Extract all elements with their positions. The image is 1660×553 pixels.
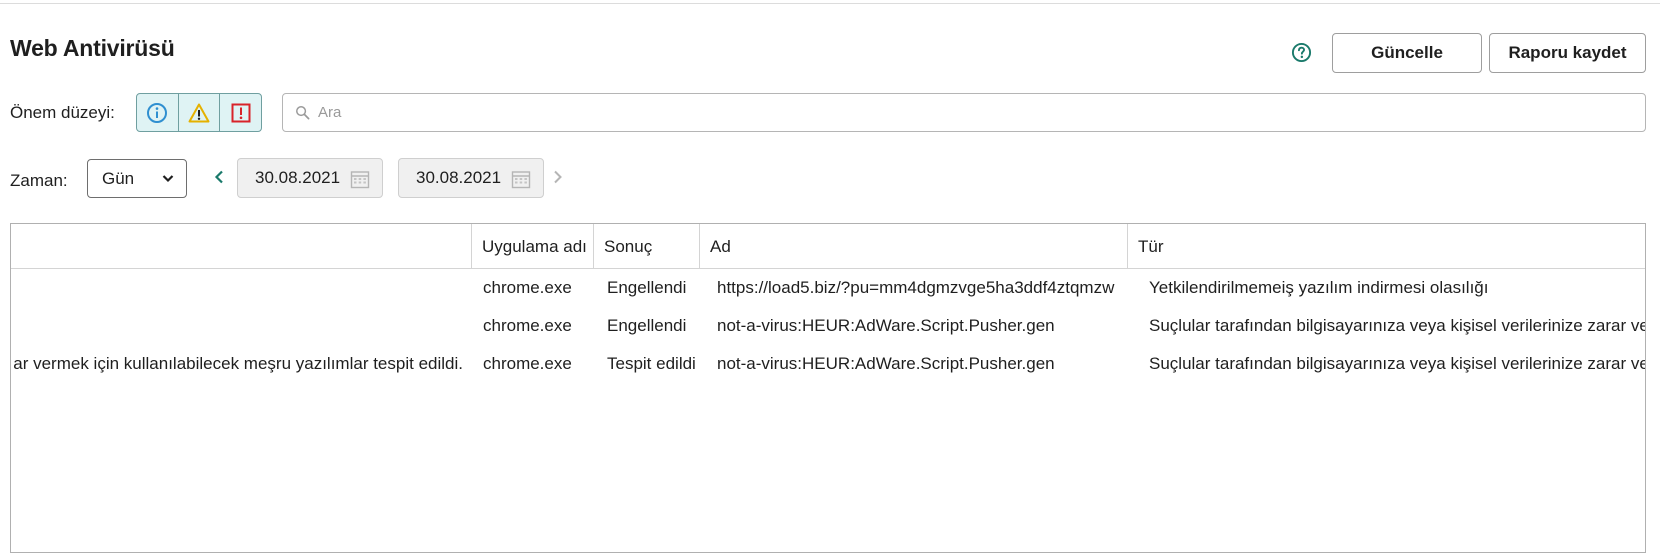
info-icon [147, 102, 168, 123]
table-row[interactable]: chrome.exe Engellendi https://load5.biz/… [11, 269, 1645, 307]
table-row[interactable]: chrome.exe Engellendi not-a-virus:HEUR:A… [11, 307, 1645, 345]
calendar-icon [511, 171, 531, 189]
cell-result: Engellendi [607, 278, 687, 297]
warning-icon [188, 103, 210, 122]
column-header-name[interactable]: Ad [699, 224, 1127, 269]
cell-type: Suçlular tarafından bilgisayarınıza veya… [1149, 316, 1646, 335]
column-header-type[interactable]: Tür [1127, 224, 1645, 269]
search-input[interactable] [316, 103, 1616, 122]
calendar-icon [350, 171, 370, 189]
save-report-button[interactable]: Raporu kaydet [1489, 33, 1646, 73]
chevron-down-icon [162, 175, 174, 183]
search-box[interactable] [282, 93, 1646, 132]
severity-filter-group [136, 93, 262, 132]
table-header: Uygulama adı Sonuç Ad Tür [11, 224, 1645, 269]
period-select-value: Gün [102, 168, 135, 188]
period-select[interactable]: Gün [87, 159, 187, 198]
cell-type: Suçlular tarafından bilgisayarınıza veya… [1149, 354, 1646, 373]
top-divider [0, 3, 1660, 4]
severity-critical-toggle[interactable] [220, 94, 261, 131]
cell-result: Tespit edildi [607, 354, 696, 373]
time-label: Zaman: [10, 171, 68, 190]
date-from-field[interactable]: 30.08.2021 [237, 158, 383, 198]
cell-app-name: chrome.exe [483, 316, 572, 335]
cell-name: https://load5.biz/?pu=mm4dgmzvge5ha3ddf4… [717, 278, 1115, 297]
chevron-left-icon[interactable] [214, 170, 224, 184]
column-header-app-name[interactable]: Uygulama adı [471, 224, 593, 269]
date-to-value: 30.08.2021 [416, 168, 502, 187]
date-to-field[interactable]: 30.08.2021 [398, 158, 544, 198]
cell-name: not-a-virus:HEUR:AdWare.Script.Pusher.ge… [717, 354, 1055, 373]
date-from-value: 30.08.2021 [255, 168, 341, 187]
critical-icon [231, 103, 251, 122]
cell-description [11, 269, 469, 307]
severity-info-toggle[interactable] [137, 94, 179, 131]
events-table: Uygulama adı Sonuç Ad Tür chrome.exe Eng… [10, 223, 1646, 553]
cell-result: Engellendi [607, 316, 687, 335]
column-header-description[interactable] [11, 224, 471, 269]
column-header-result[interactable]: Sonuç [593, 224, 699, 269]
table-row[interactable]: ar vermek için kullanılabilecek meşru ya… [11, 345, 1645, 383]
question-circle-icon[interactable] [1291, 42, 1312, 63]
severity-label: Önem düzeyi: [10, 103, 115, 122]
chevron-right-icon[interactable] [553, 170, 563, 184]
cell-description [11, 307, 469, 345]
page-title: Web Antivirüsü [10, 35, 175, 61]
severity-warning-toggle[interactable] [179, 94, 221, 131]
cell-description: ar vermek için kullanılabilecek meşru ya… [13, 354, 463, 373]
refresh-button[interactable]: Güncelle [1332, 33, 1482, 73]
cell-name: not-a-virus:HEUR:AdWare.Script.Pusher.ge… [717, 316, 1055, 335]
search-icon [296, 106, 310, 120]
cell-app-name: chrome.exe [483, 354, 572, 373]
cell-app-name: chrome.exe [483, 278, 572, 297]
cell-type: Yetkilendirilmemeiş yazılım indirmesi ol… [1149, 278, 1489, 297]
